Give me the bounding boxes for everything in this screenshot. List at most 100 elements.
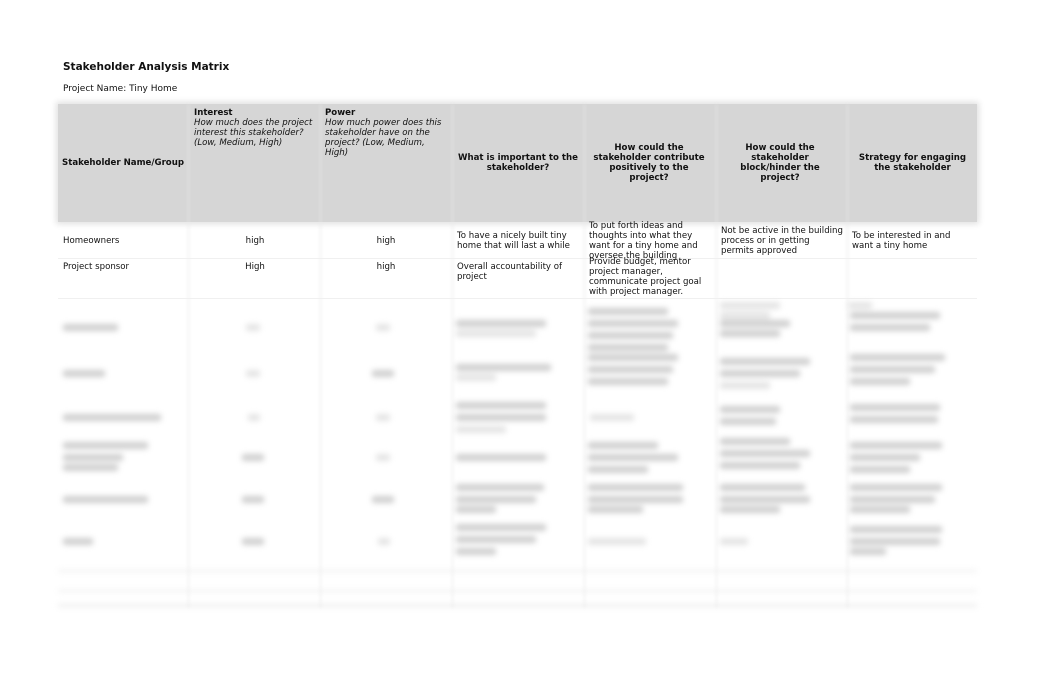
cell-power: high (376, 262, 396, 272)
obscured-text (378, 538, 390, 545)
obscured-text (456, 330, 536, 337)
obscured-text (720, 538, 748, 545)
obscured-text (850, 538, 940, 545)
obscured-text (63, 464, 118, 471)
obscured-text (588, 366, 673, 373)
obscured-text (456, 454, 546, 461)
obscured-text (456, 524, 546, 531)
project-name: Project Name: Tiny Home (63, 84, 178, 94)
obscured-text (372, 370, 394, 377)
obscured-text (850, 354, 945, 361)
obscured-text (456, 374, 496, 381)
header-subtext: How much power does this stakeholder hav… (325, 118, 442, 158)
row-divider (58, 604, 977, 607)
obscured-text (588, 320, 678, 327)
header-interest: Interest How much does the project inter… (190, 104, 320, 222)
obscured-text (63, 414, 161, 421)
header-label: Interest (194, 108, 233, 118)
obscured-text (720, 438, 790, 445)
header-subtext: How much does the project interest this … (194, 118, 313, 148)
obscured-text (588, 454, 678, 461)
cell-contribute: To put forth ideas and thoughts into wha… (589, 221, 698, 261)
obscured-text (850, 454, 920, 461)
obscured-text (720, 302, 780, 309)
obscured-text (588, 332, 673, 339)
row-divider (58, 590, 977, 592)
obscured-text (850, 416, 938, 423)
cell-stakeholder: Homeowners (63, 236, 120, 246)
obscured-text (588, 442, 658, 449)
obscured-text (456, 364, 551, 371)
header-label: Stakeholder Name/Group (62, 158, 184, 168)
obscured-text (720, 496, 810, 503)
table-row: Homeowners high high To have a nicely bu… (58, 221, 977, 261)
obscured-text (850, 442, 942, 449)
obscured-text (246, 324, 260, 331)
obscured-text (588, 308, 668, 315)
cell-power: high (376, 236, 396, 246)
cell-strategy: To be interested in and want a tiny home (852, 231, 951, 251)
obscured-text (588, 484, 683, 491)
obscured-text (588, 466, 648, 473)
obscured-text (242, 454, 264, 461)
obscured-text (720, 450, 810, 457)
obscured-text (720, 358, 810, 365)
obscured-text (456, 496, 536, 503)
obscured-text (850, 312, 940, 319)
obscured-text (850, 404, 940, 411)
table-row: Project sponsor High high Overall accoun… (58, 257, 977, 299)
obscured-text (720, 418, 776, 425)
header-hinder: How could the stakeholder block/hinder t… (718, 104, 842, 222)
obscured-text (850, 484, 942, 491)
document-title: Stakeholder Analysis Matrix (63, 61, 230, 73)
obscured-text (63, 454, 123, 461)
header-power: Power How much power does this stakehold… (321, 104, 451, 222)
obscured-text (720, 370, 800, 377)
obscured-text (850, 548, 886, 555)
cell-hinder: Not be active in the building process or… (721, 226, 843, 256)
cell-stakeholder: Project sponsor (63, 262, 130, 272)
obscured-text (588, 354, 678, 361)
obscured-text (456, 536, 536, 543)
obscured-text (246, 370, 260, 377)
obscured-text (456, 414, 546, 421)
obscured-text (848, 302, 872, 309)
header-contribute: How could the stakeholder contribute pos… (586, 104, 712, 222)
obscured-text (372, 496, 394, 503)
obscured-text (720, 320, 790, 327)
obscured-text (850, 324, 930, 331)
obscured-text (850, 526, 942, 533)
obscured-text (588, 344, 668, 351)
cell-interest: High (245, 262, 265, 272)
obscured-text (850, 506, 910, 513)
obscured-text (242, 538, 264, 545)
header-label: How could the stakeholder contribute pos… (593, 143, 705, 183)
obscured-text (456, 426, 506, 433)
obscured-text (63, 370, 105, 377)
obscured-text (248, 414, 260, 421)
obscured-text (63, 324, 118, 331)
header-label: Strategy for engaging the stakeholder (858, 153, 967, 173)
obscured-text (850, 366, 935, 373)
header-stakeholder: Stakeholder Name/Group (58, 104, 188, 222)
cell-contribute: Provide budget, mentor project manager, … (589, 257, 702, 297)
obscured-text (850, 378, 910, 385)
obscured-rows (58, 298, 977, 608)
obscured-text (376, 454, 390, 461)
obscured-text (456, 548, 496, 555)
cell-important: Overall accountability of project (457, 262, 563, 282)
obscured-text (376, 414, 390, 421)
obscured-text (720, 330, 780, 337)
obscured-text (456, 320, 546, 327)
cell-interest: high (245, 236, 265, 246)
cell-important: To have a nicely built tiny home that wi… (457, 231, 570, 251)
header-label: Power (325, 108, 356, 118)
obscured-text (850, 466, 910, 473)
obscured-text (376, 324, 390, 331)
obscured-text (588, 506, 643, 513)
obscured-text (588, 378, 668, 385)
obscured-text (850, 496, 935, 503)
obscured-text (63, 442, 148, 449)
obscured-text (456, 484, 544, 491)
obscured-text (720, 406, 780, 413)
